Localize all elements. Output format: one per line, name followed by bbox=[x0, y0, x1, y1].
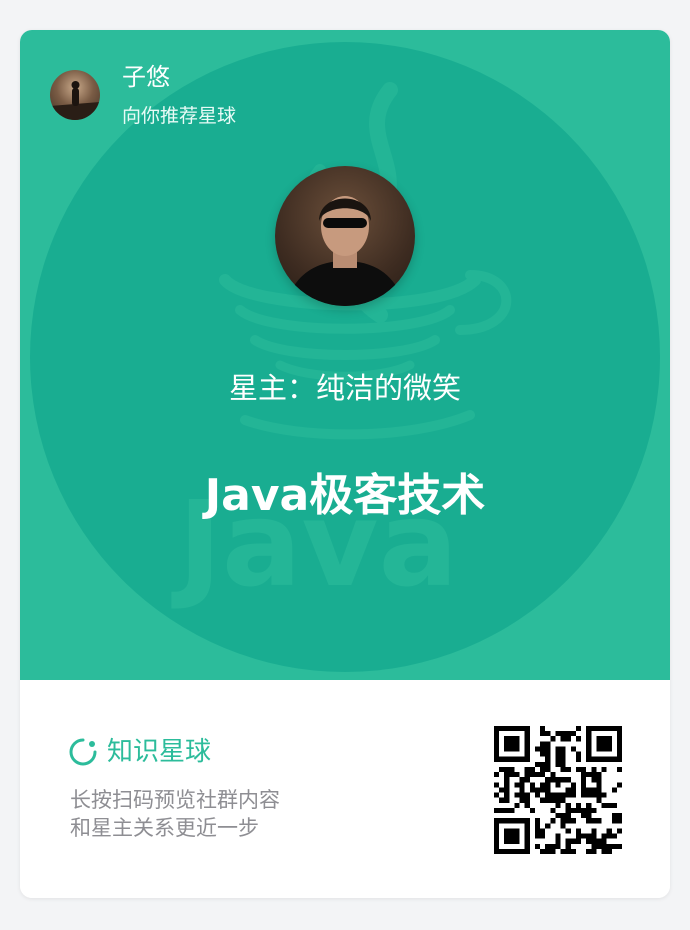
owner-avatar bbox=[275, 166, 415, 306]
group-title: Java极客技术 bbox=[204, 470, 486, 521]
planet-ring-icon bbox=[69, 738, 97, 766]
inviter-subtitle: 向你推荐星球 bbox=[122, 105, 237, 127]
scan-hint-line-2: 和星主关系更近一步 bbox=[70, 816, 259, 840]
inviter-name: 子悠 bbox=[122, 63, 170, 91]
scan-hint: 长按扫码预览社群内容 和星主关系更近一步 bbox=[70, 786, 280, 842]
share-card: Java 子悠 向你推荐星球 星主：纯洁的微笑 Java极客技术 知识星球 长按… bbox=[20, 30, 670, 898]
brand: 知识星球 bbox=[68, 736, 211, 768]
owner-label: 星主：纯洁的微笑 bbox=[228, 371, 461, 405]
qr-code[interactable] bbox=[494, 726, 622, 854]
footer-panel: 知识星球 长按扫码预览社群内容 和星主关系更近一步 bbox=[20, 680, 670, 898]
java-logo-watermark: Java bbox=[171, 82, 512, 613]
scan-hint-line-1: 长按扫码预览社群内容 bbox=[70, 788, 280, 812]
brand-name: 知识星球 bbox=[107, 737, 212, 767]
hero-banner: Java 子悠 向你推荐星球 星主：纯洁的微笑 Java极客技术 bbox=[20, 30, 670, 680]
inviter-avatar bbox=[50, 70, 100, 120]
